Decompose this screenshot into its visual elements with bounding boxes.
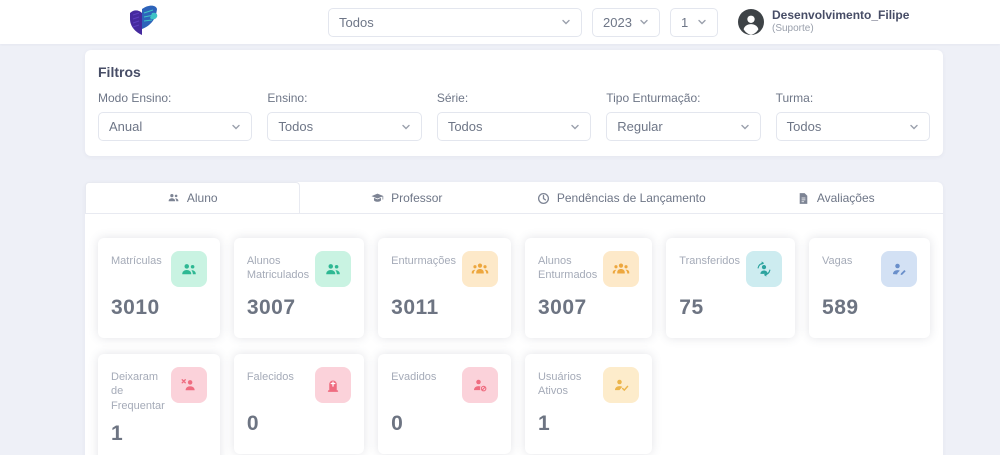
- tab-aluno[interactable]: Aluno: [85, 182, 300, 213]
- logo-icon: [126, 4, 160, 40]
- card-enturmacoes: Enturmações 3011: [378, 238, 511, 338]
- user-edit-icon: [881, 251, 917, 287]
- users-icon: [171, 251, 207, 287]
- card-label: Falecidos: [247, 367, 294, 384]
- chevron-down-icon: [231, 122, 241, 132]
- filter-turma: Turma: Todos: [776, 91, 930, 141]
- filter-label: Série:: [437, 91, 591, 105]
- filter-label: Tipo Enturmação:: [606, 91, 760, 105]
- filter-label: Turma:: [776, 91, 930, 105]
- card-falecidos: Falecidos 0: [234, 354, 364, 454]
- card-value: 0: [247, 412, 351, 436]
- serie-select[interactable]: Todos: [437, 112, 591, 141]
- tab-professor[interactable]: Professor: [300, 182, 515, 213]
- card-label: Alunos Matriculados: [247, 251, 309, 283]
- tab-label: Professor: [391, 191, 442, 205]
- tab-bar: Aluno Professor Pendências de Lançamento…: [85, 182, 943, 214]
- user-name: Desenvolvimento_Filipe: [772, 9, 909, 23]
- card-usuarios-ativos: Usuários Ativos 1: [525, 354, 652, 454]
- card-vagas: Vagas 589: [809, 238, 930, 338]
- chevron-down-icon: [697, 17, 707, 27]
- top-bar: Todos 2023 1 Desenvolvimento_Filipe (Sup…: [0, 0, 1000, 44]
- user-role: (Suporte): [772, 23, 909, 35]
- document-icon: [797, 192, 810, 205]
- chevron-down-icon: [401, 122, 411, 132]
- card-alunos-enturmados: Alunos Enturmados 3007: [525, 238, 652, 338]
- turma-select[interactable]: Todos: [776, 112, 930, 141]
- card-value: 75: [679, 296, 782, 320]
- tab-label: Pendências de Lançamento: [557, 191, 706, 205]
- card-label: Evadidos: [391, 367, 436, 384]
- card-value: 0: [391, 412, 498, 436]
- card-value: 3010: [111, 296, 207, 320]
- filter-label: Ensino:: [267, 91, 421, 105]
- card-evadidos: Evadidos 0: [378, 354, 511, 454]
- card-label: Alunos Enturmados: [538, 251, 597, 283]
- chevron-down-icon: [639, 17, 649, 27]
- card-label: Usuários Ativos: [538, 367, 597, 399]
- card-alunos-matriculados: Alunos Matriculados 3007: [234, 238, 364, 338]
- clock-icon: [537, 192, 550, 205]
- tab-label: Avaliações: [817, 191, 875, 205]
- filters-panel: Filtros Modo Ensino: Anual Ensino: Todos…: [85, 50, 943, 156]
- user-transfer-icon: [746, 251, 782, 287]
- filter-label: Modo Ensino:: [98, 91, 252, 105]
- card-value: 589: [822, 296, 917, 320]
- tipo-enturmacao-value: Regular: [617, 119, 663, 134]
- user-check-icon: [603, 367, 639, 403]
- card-value: 3007: [538, 296, 639, 320]
- card-value: 1: [111, 422, 207, 446]
- students-icon: [167, 191, 180, 204]
- year-select[interactable]: 2023: [592, 8, 660, 37]
- modo-ensino-value: Anual: [109, 119, 142, 134]
- modo-ensino-select[interactable]: Anual: [98, 112, 252, 141]
- dashboard-panel: Aluno Professor Pendências de Lançamento…: [85, 182, 943, 455]
- user-group-icon: [462, 251, 498, 287]
- chevron-down-icon: [740, 122, 750, 132]
- chevron-down-icon: [570, 122, 580, 132]
- chevron-down-icon: [909, 122, 919, 132]
- card-deixaram-de-frequentar: Deixaram de Frequentar 1: [98, 354, 220, 455]
- card-value: 1: [538, 412, 639, 436]
- topbar-selects: Todos 2023 1: [328, 8, 718, 37]
- stat-cards-grid: Matrículas 3010 Alunos Matriculados 3007…: [85, 214, 943, 455]
- tab-avaliacoes[interactable]: Avaliações: [729, 182, 944, 213]
- school-select[interactable]: Todos: [328, 8, 582, 37]
- chevron-down-icon: [561, 17, 571, 27]
- turma-value: Todos: [787, 119, 822, 134]
- card-value: 3011: [391, 296, 498, 320]
- user-menu[interactable]: Desenvolvimento_Filipe (Suporte): [738, 9, 909, 35]
- ensino-value: Todos: [278, 119, 313, 134]
- app-logo[interactable]: [126, 4, 160, 40]
- filter-tipo-enturmacao: Tipo Enturmação: Regular: [606, 91, 760, 141]
- tab-label: Aluno: [187, 191, 218, 205]
- user-group-icon: [603, 251, 639, 287]
- card-label: Vagas: [822, 251, 852, 268]
- teacher-icon: [371, 192, 384, 205]
- memorial-icon: [315, 367, 351, 403]
- tipo-enturmacao-select[interactable]: Regular: [606, 112, 760, 141]
- card-value: 3007: [247, 296, 351, 320]
- users-icon: [315, 251, 351, 287]
- ensino-select[interactable]: Todos: [267, 112, 421, 141]
- filters-title: Filtros: [98, 64, 930, 80]
- user-remove-icon: [171, 367, 207, 403]
- school-select-value: Todos: [339, 15, 374, 30]
- period-select[interactable]: 1: [670, 8, 718, 37]
- filter-serie: Série: Todos: [437, 91, 591, 141]
- card-label: Matrículas: [111, 251, 162, 268]
- period-select-value: 1: [681, 15, 688, 30]
- serie-value: Todos: [448, 119, 483, 134]
- card-transferidos: Transferidos 75: [666, 238, 795, 338]
- card-label: Enturmações: [391, 251, 456, 268]
- tab-pendencias-de-lancamento[interactable]: Pendências de Lançamento: [514, 182, 729, 213]
- card-matriculas: Matrículas 3010: [98, 238, 220, 338]
- card-label: Transferidos: [679, 251, 740, 268]
- user-block-icon: [462, 367, 498, 403]
- filter-ensino: Ensino: Todos: [267, 91, 421, 141]
- filter-modo-ensino: Modo Ensino: Anual: [98, 91, 252, 141]
- avatar: [738, 9, 764, 35]
- card-label: Deixaram de Frequentar: [111, 367, 165, 413]
- year-select-value: 2023: [603, 15, 632, 30]
